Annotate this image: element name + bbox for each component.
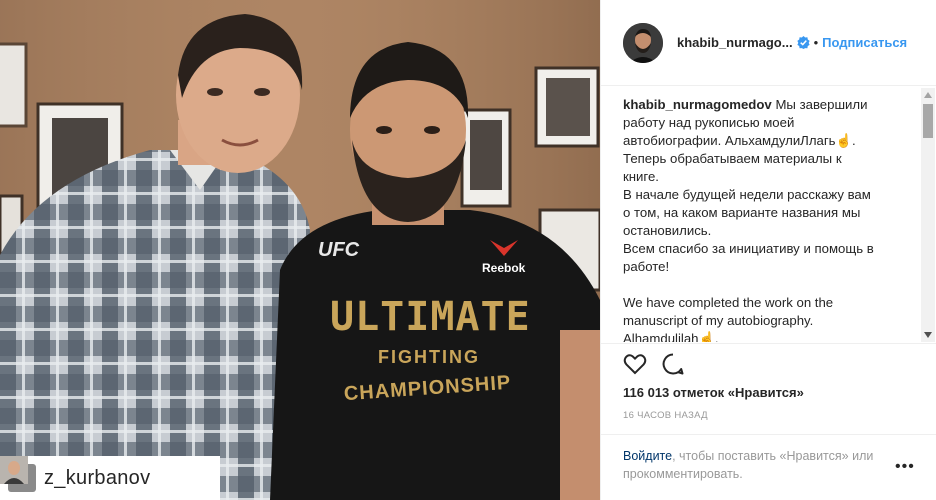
divider: [601, 434, 936, 435]
comment-icon[interactable]: [661, 352, 685, 376]
caption-line: Теперь обрабатываем материалы к: [623, 151, 842, 166]
post-side-panel: khabib_nurmago... • Подписаться khabib_n…: [600, 0, 936, 500]
likes-count[interactable]: 116 013 отметок «Нравится»: [623, 385, 804, 400]
caption-line: книге.: [623, 169, 659, 184]
caption-line: We have completed the work on the: [623, 295, 834, 310]
avatar[interactable]: [623, 22, 663, 63]
post-header: khabib_nurmago... • Подписаться: [601, 0, 936, 86]
divider: [601, 343, 936, 344]
scroll-up-arrow-icon[interactable]: [921, 88, 935, 102]
post-timestamp[interactable]: 16 ЧАСОВ НАЗАД: [623, 410, 708, 421]
caption-line: manuscript of my autobiography.: [623, 313, 814, 328]
caption-line: Мы завершили: [775, 97, 868, 112]
repost-badge[interactable]: z_kurbanov: [0, 456, 220, 500]
caption-line: [623, 276, 913, 294]
repost-avatar[interactable]: [0, 456, 36, 492]
follow-button[interactable]: Подписаться: [822, 35, 907, 50]
separator-dot: •: [813, 35, 819, 50]
action-bar: [623, 352, 685, 376]
login-link[interactable]: Войдите: [623, 449, 672, 463]
post-photo[interactable]: UFC Reebok ULTIMATE FIGHTING CHAMPIONSHI…: [0, 0, 600, 500]
caption-line: остановились.: [623, 223, 712, 238]
caption-line: о том, на каком варианте названия мы: [623, 205, 861, 220]
more-options-icon[interactable]: •••: [895, 458, 915, 476]
caption-line: работу над рукописью моей: [623, 115, 795, 130]
caption-line: В начале будущей недели расскажу вам: [623, 187, 871, 202]
caption-username[interactable]: khabib_nurmagomedov: [623, 97, 772, 112]
caption-line: Всем спасибо за инициативу и помощь в: [623, 241, 874, 256]
repost-username[interactable]: z_kurbanov: [44, 467, 150, 490]
login-prompt: Войдите, чтобы поставить «Нравится» или …: [623, 447, 883, 483]
caption-line: работе!: [623, 259, 670, 274]
ufc-logo: UFC: [318, 239, 360, 261]
scrollbar-thumb[interactable]: [923, 104, 933, 138]
caption-scrollbar[interactable]: [921, 88, 935, 342]
heart-icon[interactable]: [623, 352, 647, 376]
photo-scene: UFC Reebok ULTIMATE FIGHTING CHAMPIONSHI…: [0, 0, 600, 500]
header-username[interactable]: khabib_nurmago...: [677, 35, 793, 50]
caption-line: Alhamdulilah☝.: [623, 331, 719, 342]
scroll-down-arrow-icon[interactable]: [921, 328, 935, 342]
shirt-text-fighting: FIGHTING: [378, 347, 480, 367]
caption-line: автобиографии. АльхамдулиЛлагь☝.: [623, 133, 856, 148]
verified-badge-icon: [796, 36, 810, 49]
shirt-text-ultimate: ULTIMATE: [330, 294, 531, 340]
caption: khabib_nurmagomedov Мы завершили работу …: [623, 96, 913, 342]
reebok-logo: Reebok: [482, 261, 526, 275]
